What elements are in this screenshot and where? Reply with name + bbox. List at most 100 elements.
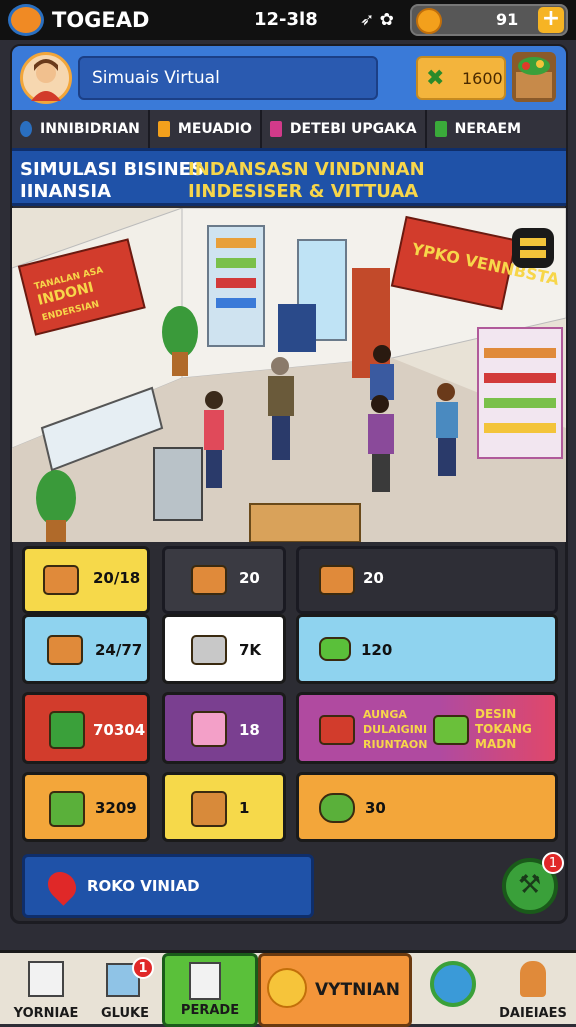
tab-2[interactable]: DETEBI UPGAKA xyxy=(262,110,427,148)
avatar[interactable] xyxy=(20,52,72,104)
coin-icon xyxy=(267,968,307,1008)
location-label: ROKO VINIAD xyxy=(87,877,200,895)
tab-3[interactable]: NERAEM xyxy=(427,110,529,148)
notification-badge: 1 xyxy=(132,957,154,979)
status-bar: TOGEAD 12-3l8 ➶ ✿ 91 + xyxy=(0,0,576,40)
tab-label: DETEBI UPGAKA xyxy=(289,121,417,137)
battery-icon xyxy=(319,637,351,661)
trolley-icon xyxy=(191,635,227,665)
resource-tile[interactable]: 20/18 xyxy=(22,546,150,614)
tile-value: 120 xyxy=(361,641,393,659)
tile-value: AUNGA DULAIGINI RIUNTAON xyxy=(363,708,428,751)
nav-label: DAIEIAES xyxy=(499,1006,567,1021)
tab-icon xyxy=(434,121,447,137)
banner-left-line1: SIMULASI BISINES xyxy=(20,159,204,180)
tile-value: 20 xyxy=(363,569,384,587)
resource-tile[interactable]: 3209 xyxy=(22,772,150,842)
hammer-icon xyxy=(433,715,469,745)
store-scene[interactable]: YPKO VENNBSTA TANALAN ASA INDONI ENDERSI… xyxy=(12,208,566,542)
tile-value: 20 xyxy=(239,569,260,587)
resource-tile[interactable]: 24/77 xyxy=(22,614,150,684)
tab-label: MEUADIO xyxy=(177,121,252,137)
person-icon xyxy=(520,961,546,997)
tile-value: DESIN TOKANG MADN xyxy=(475,707,532,751)
map-pin-icon xyxy=(42,866,82,906)
tile-value: 30 xyxy=(365,799,386,817)
register-icon xyxy=(47,635,83,665)
shop-icon[interactable] xyxy=(512,52,556,102)
box-icon xyxy=(28,961,64,997)
resource-tile[interactable]: 70304 xyxy=(22,692,150,764)
player-name: Simuais Virtual xyxy=(92,68,220,88)
tab-0[interactable]: INNIBIDRIAN xyxy=(12,110,150,148)
nav-item-gluke[interactable]: 1 GLUKE xyxy=(92,953,158,1027)
crate-icon xyxy=(49,791,85,827)
nav-label: YORNIAE xyxy=(13,1006,79,1021)
banner-left-line2: IINANSIA xyxy=(20,181,112,202)
app-name: TOGEAD xyxy=(52,8,150,32)
cash-value: 1600 xyxy=(462,69,503,88)
location-button[interactable]: ROKO VINIAD xyxy=(22,854,314,918)
signal-icon: ➶ ✿ xyxy=(360,10,394,30)
tab-icon xyxy=(269,121,282,137)
tools-icon xyxy=(319,793,355,823)
nav-label: VYTNIAN xyxy=(315,980,400,1000)
bottom-nav: YORNIAE 1 GLUKE PERADE VYTNIAN DAIEIAES xyxy=(0,950,576,1027)
tab-icon xyxy=(20,121,32,137)
action-fab[interactable]: ⚒ 1 xyxy=(502,852,564,914)
coin-icon xyxy=(416,8,442,34)
clipboard-icon xyxy=(189,962,221,1000)
tools-icon: ⚒ xyxy=(518,870,542,900)
resource-tile[interactable]: 120 xyxy=(296,614,558,684)
add-coins-button[interactable]: + xyxy=(538,7,564,33)
resource-tile[interactable]: 1 xyxy=(162,772,286,842)
info-banner: SIMULASI BISINES IINANSIA INDANSASN VINDN… xyxy=(12,148,566,206)
tile-value: 20/18 xyxy=(93,569,141,587)
coin-value: 91 xyxy=(496,10,519,29)
resource-tile[interactable]: 7K xyxy=(162,614,286,684)
tab-icon xyxy=(157,121,170,137)
cart-icon xyxy=(191,565,227,595)
tab-label: INNIBIDRIAN xyxy=(40,121,140,137)
app-icon[interactable] xyxy=(8,4,44,36)
resource-tile[interactable]: 20 xyxy=(162,546,286,614)
cash-icon: ✖ xyxy=(426,66,445,91)
nav-item-yorniae[interactable]: YORNIAE xyxy=(6,953,86,1027)
bag-icon xyxy=(191,711,227,747)
nav-item-daieiaes[interactable]: DAIEIAES xyxy=(494,953,572,1027)
tab-1[interactable]: MEUADIO xyxy=(150,110,262,148)
coin-counter[interactable]: 91 + xyxy=(410,4,568,36)
banner-left-text: SIMULASI BISINES IINANSIA xyxy=(20,159,204,203)
box-icon xyxy=(43,565,79,595)
tile-value: 18 xyxy=(239,721,260,739)
resource-tile[interactable]: AUNGA DULAIGINI RIUNTAON DESIN TOKANG MA… xyxy=(296,692,558,764)
paper-bag-icon xyxy=(191,791,227,827)
banner-right-text: INDANSASN VINDNNAN IINDESISER & VITTUAA xyxy=(188,159,425,203)
chat-icon xyxy=(430,961,476,1007)
player-header: Simuais Virtual ✖ 1600 xyxy=(12,46,566,110)
tile-value: 70304 xyxy=(93,721,146,739)
cash-counter[interactable]: ✖ 1600 xyxy=(416,56,506,100)
notification-badge: 1 xyxy=(542,852,564,874)
cart-icon xyxy=(319,565,355,595)
nav-label: PERADE xyxy=(180,1003,240,1018)
tile-value: 3209 xyxy=(95,799,137,817)
category-tabs: INNIBIDRIAN MEUADIO DETEBI UPGAKA NERAEM xyxy=(12,110,566,148)
clock: 12-3l8 xyxy=(254,9,318,30)
banner-right-line2: IINDESISER & VITTUAA xyxy=(188,181,419,202)
tile-value: 7K xyxy=(239,641,262,659)
banner-right-line1: INDANSASN VINDNNAN xyxy=(188,159,425,180)
gift-icon xyxy=(319,715,355,745)
tab-label: NERAEM xyxy=(454,121,521,137)
tile-value: 24/77 xyxy=(95,641,143,659)
nav-item-chat[interactable] xyxy=(424,953,484,1027)
nav-label: GLUKE xyxy=(100,1006,149,1021)
resource-tile[interactable]: 18 xyxy=(162,692,286,764)
resource-tile[interactable]: 20 xyxy=(296,546,558,614)
resource-tile[interactable]: 30 xyxy=(296,772,558,842)
tile-value: 1 xyxy=(239,799,250,817)
cabinet-icon xyxy=(49,711,85,749)
player-name-box[interactable]: Simuais Virtual xyxy=(78,56,378,100)
nav-item-perade[interactable]: PERADE xyxy=(162,953,258,1027)
nav-item-vytnian[interactable]: VYTNIAN xyxy=(258,953,412,1027)
